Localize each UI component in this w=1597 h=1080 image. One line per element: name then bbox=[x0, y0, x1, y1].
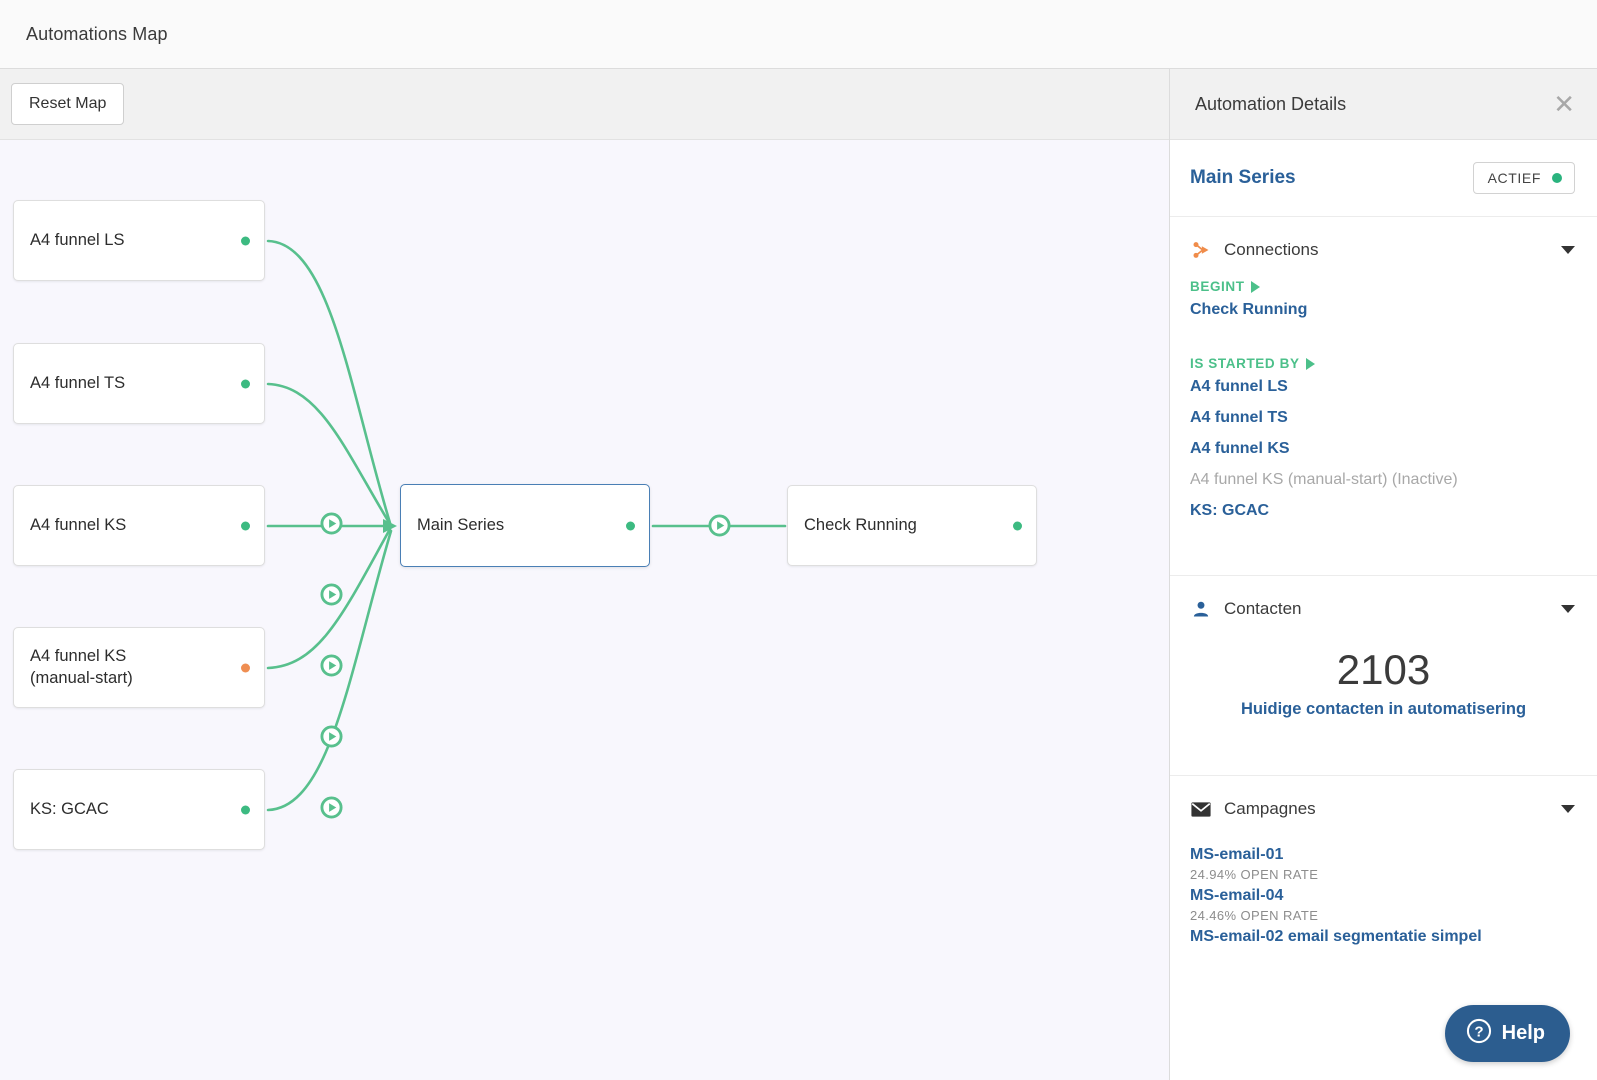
automation-summary: Main Series ACTIEF bbox=[1170, 140, 1597, 217]
question-circle-icon: ? bbox=[1466, 1018, 1492, 1049]
svg-text:?: ? bbox=[1474, 1023, 1483, 1040]
campaign-name-link[interactable]: MS-email-04 bbox=[1190, 887, 1577, 905]
connections-section-header[interactable]: Connections bbox=[1170, 217, 1597, 279]
map-node-label: A4 funnel TS bbox=[30, 373, 126, 392]
edge-play-icon[interactable] bbox=[320, 512, 343, 535]
connection-link[interactable]: A4 funnel KS bbox=[1190, 440, 1577, 458]
connections-group-text: IS STARTED BY bbox=[1190, 356, 1300, 371]
map-toolbar: Reset Map bbox=[0, 69, 1169, 140]
map-node-check-running[interactable]: Check Running bbox=[787, 485, 1037, 566]
triangle-right-icon bbox=[1305, 357, 1315, 370]
connections-group-label-begint: BEGINT bbox=[1190, 279, 1577, 294]
campaigns-section-header[interactable]: Campagnes bbox=[1170, 776, 1597, 838]
connection-link[interactable]: A4 funnel TS bbox=[1190, 409, 1577, 427]
connection-link[interactable]: A4 funnel LS bbox=[1190, 378, 1577, 396]
map-node-label: A4 funnel KS bbox=[30, 515, 127, 534]
map-node-main-series[interactable]: Main Series bbox=[400, 484, 650, 567]
automations-map-app: Automations Map Reset Map A4 funnel LS A… bbox=[0, 0, 1597, 1080]
status-badge-label: ACTIEF bbox=[1487, 170, 1541, 186]
map-node-status-dot bbox=[1013, 521, 1022, 530]
connections-group-label-is-started-by: IS STARTED BY bbox=[1190, 356, 1577, 371]
map-node-a4-funnel-ks-manual-start[interactable]: A4 funnel KS (manual-start) bbox=[13, 627, 265, 708]
edge-play-icon[interactable] bbox=[320, 583, 343, 606]
map-node-status-dot bbox=[241, 379, 250, 388]
contacts-count: 2103 bbox=[1336, 646, 1431, 693]
connections-group-text: BEGINT bbox=[1190, 279, 1245, 294]
connection-link-inactive: A4 funnel KS (manual-start) (Inactive) bbox=[1190, 471, 1458, 488]
campaign-open-rate: 24.94% OPEN RATE bbox=[1190, 867, 1319, 883]
connection-link[interactable]: Check Running bbox=[1190, 301, 1577, 319]
automation-name-link[interactable]: Main Series bbox=[1190, 167, 1296, 189]
triangle-right-icon bbox=[1250, 280, 1260, 293]
contacts-caption-link[interactable]: Huidige contacten in automatisering bbox=[1190, 700, 1577, 719]
map-node-a4-funnel-ts[interactable]: A4 funnel TS bbox=[13, 343, 265, 424]
connections-section: Connections BEGINT Check Running IS STAR… bbox=[1170, 217, 1597, 576]
map-node-ks-gcac[interactable]: KS: GCAC bbox=[13, 769, 265, 850]
automation-details-panel: Automation Details ✕ Main Series ACTIEF bbox=[1169, 69, 1597, 1080]
map-node-status-dot bbox=[241, 236, 250, 245]
edge-play-icon[interactable] bbox=[320, 654, 343, 677]
person-icon bbox=[1190, 598, 1212, 620]
panel-header: Automation Details ✕ bbox=[1170, 69, 1597, 140]
campaign-open-rate: 24.46% OPEN RATE bbox=[1190, 908, 1319, 924]
campaigns-list: MS-email-01 24.94% OPEN RATE MS-email-04… bbox=[1170, 838, 1597, 946]
map-edges bbox=[266, 239, 787, 812]
chevron-down-icon[interactable] bbox=[1561, 246, 1575, 254]
map-node-a4-funnel-ls[interactable]: A4 funnel LS bbox=[13, 200, 265, 281]
chevron-down-icon[interactable] bbox=[1561, 605, 1575, 613]
map-node-a4-funnel-ks[interactable]: A4 funnel KS bbox=[13, 485, 265, 566]
map-node-status-dot bbox=[241, 521, 250, 530]
envelope-icon bbox=[1190, 798, 1212, 820]
map-node-label: Check Running bbox=[804, 515, 917, 534]
panel-title: Automation Details bbox=[1195, 93, 1347, 114]
map-node-status-dot bbox=[241, 805, 250, 814]
map-node-label: KS: GCAC bbox=[30, 799, 109, 818]
contacts-section: Contacten 2103 Huidige contacten in auto… bbox=[1170, 576, 1597, 777]
edge-play-icon[interactable] bbox=[320, 725, 343, 748]
connection-link[interactable]: KS: GCAC bbox=[1190, 502, 1577, 520]
connections-list: BEGINT Check Running IS STARTED BY A4 fu… bbox=[1170, 279, 1597, 575]
map-node-label: A4 funnel LS bbox=[30, 230, 125, 249]
map-node-label: Main Series bbox=[417, 515, 505, 534]
status-badge-dot bbox=[1552, 173, 1562, 183]
nodes-icon bbox=[1190, 239, 1212, 261]
campaigns-section: Campagnes MS-email-01 24.94% OPEN RATE M… bbox=[1170, 776, 1597, 946]
campaigns-section-title: Campagnes bbox=[1224, 799, 1316, 819]
help-button-label: Help bbox=[1501, 1022, 1545, 1044]
contacts-section-header[interactable]: Contacten bbox=[1170, 576, 1597, 638]
chevron-down-icon[interactable] bbox=[1561, 805, 1575, 814]
contacts-body: 2103 Huidige contacten in automatisering bbox=[1170, 638, 1597, 775]
campaign-name-link[interactable]: MS-email-02 email segmentatie simpel bbox=[1190, 928, 1577, 946]
map-region: Reset Map A4 funnel LS A4 funnel TS A4 f… bbox=[0, 69, 1169, 1080]
edge-play-icon[interactable] bbox=[708, 514, 731, 537]
reset-map-button[interactable]: Reset Map bbox=[11, 83, 125, 125]
connections-section-title: Connections bbox=[1224, 240, 1319, 259]
map-node-status-dot bbox=[626, 521, 635, 530]
close-icon[interactable]: ✕ bbox=[1553, 91, 1575, 117]
status-badge: ACTIEF bbox=[1472, 162, 1575, 194]
help-button[interactable]: ? Help bbox=[1444, 1005, 1570, 1062]
page-title: Automations Map bbox=[26, 23, 168, 44]
map-canvas[interactable]: A4 funnel LS A4 funnel TS A4 funnel KS A… bbox=[0, 140, 1169, 1080]
map-node-status-dot bbox=[241, 663, 250, 672]
panel-body: Main Series ACTIEF Connections BEGINT Ch… bbox=[1170, 140, 1597, 1080]
map-node-label: A4 funnel KS (manual-start) bbox=[30, 647, 133, 687]
campaign-name-link[interactable]: MS-email-01 bbox=[1190, 846, 1577, 864]
edge-play-icon[interactable] bbox=[320, 796, 343, 819]
contacts-section-title: Contacten bbox=[1224, 599, 1302, 618]
window-titlebar: Automations Map bbox=[0, 0, 1597, 69]
